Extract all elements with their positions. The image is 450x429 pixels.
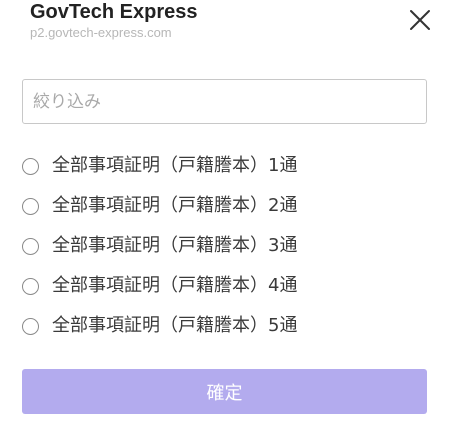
site-url: p2.govtech-express.com bbox=[30, 25, 172, 40]
option-label: 全部事項証明（戸籍謄本）1通 bbox=[52, 155, 298, 176]
option-label: 全部事項証明（戸籍謄本）2通 bbox=[52, 195, 298, 216]
radio-button[interactable] bbox=[22, 237, 39, 255]
dialog-header: GovTech Express p2.govtech-express.com bbox=[0, 0, 450, 60]
option-label: 全部事項証明（戸籍謄本）4通 bbox=[52, 275, 298, 296]
confirm-button[interactable]: 確定 bbox=[22, 369, 427, 414]
option-label: 全部事項証明（戸籍謄本）3通 bbox=[52, 235, 298, 256]
option-item[interactable]: 全部事項証明（戸籍謄本）3通 bbox=[22, 226, 427, 266]
option-item[interactable]: 全部事項証明（戸籍謄本）1通 bbox=[22, 146, 427, 186]
radio-button[interactable] bbox=[22, 317, 39, 335]
option-item[interactable]: 全部事項証明（戸籍謄本）4通 bbox=[22, 266, 427, 306]
page-title: GovTech Express bbox=[30, 1, 198, 23]
radio-button[interactable] bbox=[22, 277, 39, 295]
close-button[interactable] bbox=[406, 6, 434, 34]
option-list: 全部事項証明（戸籍謄本）1通 全部事項証明（戸籍謄本）2通 全部事項証明（戸籍謄… bbox=[22, 146, 427, 346]
radio-button[interactable] bbox=[22, 197, 39, 215]
close-icon bbox=[410, 10, 430, 30]
option-item[interactable]: 全部事項証明（戸籍謄本）5通 bbox=[22, 306, 427, 346]
option-label: 全部事項証明（戸籍謄本）5通 bbox=[52, 315, 298, 336]
option-item[interactable]: 全部事項証明（戸籍謄本）2通 bbox=[22, 186, 427, 226]
radio-button[interactable] bbox=[22, 157, 39, 175]
filter-input[interactable] bbox=[22, 79, 427, 124]
